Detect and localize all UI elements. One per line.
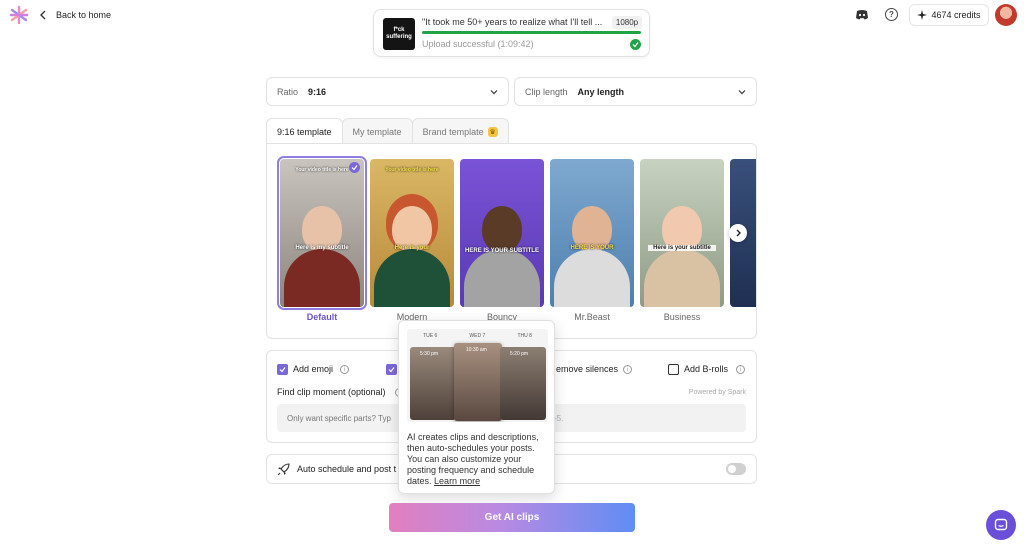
back-label: Back to home	[56, 10, 112, 20]
template-title-text: Your video title is here	[385, 167, 439, 173]
crown-icon: ♛	[487, 126, 498, 137]
discord-icon[interactable]	[855, 8, 869, 22]
template-name: Business	[663, 312, 701, 322]
powered-by-text: Powered by Spark	[688, 389, 746, 396]
find-placeholder-suffix: -5.	[554, 414, 564, 423]
template-card-default[interactable]: Your video title is here Here is my subt…	[277, 156, 367, 310]
template-gallery: Your video title is here Here is my subt…	[266, 143, 757, 339]
upload-progress-bar	[422, 31, 641, 34]
learn-more-link[interactable]: Learn more	[434, 476, 480, 486]
template-name: Default	[306, 312, 338, 322]
template-subtitle-text: Here is your	[394, 244, 430, 251]
calendar-post-card: 10:30 am	[454, 343, 502, 421]
video-title: "It took me 50+ years to realize what I'…	[422, 17, 603, 27]
find-clip-moment-label: Find clip moment (optional)	[277, 387, 386, 397]
ratio-label: Ratio	[277, 86, 299, 97]
chevron-right-icon	[736, 229, 741, 237]
ratio-value: 9:16	[308, 86, 327, 97]
selected-check-icon	[349, 162, 360, 173]
calendar-day: THU 8	[517, 333, 532, 339]
get-ai-clips-button[interactable]: Get AI clips	[389, 503, 635, 532]
tab-my-template[interactable]: My template	[341, 118, 413, 144]
tab-label: My template	[352, 126, 402, 137]
post-time: 5:30 pm	[420, 351, 439, 357]
chat-icon	[994, 518, 1008, 531]
tooltip-description: AI creates clips and descriptions, then …	[407, 432, 552, 487]
info-icon[interactable]: i	[623, 365, 632, 374]
calendar-day: WED 7	[469, 333, 486, 339]
opusclip-logo-icon	[9, 5, 29, 25]
credits-button[interactable]: 4674 credits	[909, 4, 989, 26]
auto-schedule-toggle[interactable]	[726, 463, 746, 475]
user-avatar[interactable]	[995, 4, 1017, 26]
post-time: 10:30 am	[466, 347, 487, 353]
upload-status-text: Upload successful (1:09:42)	[422, 39, 534, 49]
template-card-business[interactable]: Here is your subtitle	[640, 159, 724, 307]
tab-brand-template[interactable]: Brand template ♛	[411, 118, 509, 144]
clip-length-label: Clip length	[525, 86, 568, 97]
add-emoji-label: Add emoji	[293, 364, 334, 374]
option-checkbox[interactable]	[386, 364, 397, 375]
post-time: 5:20 pm	[510, 351, 529, 357]
template-subtitle-text: HERE IS YOUR	[570, 244, 614, 251]
chat-support-button[interactable]	[986, 510, 1016, 540]
next-templates-button[interactable]	[729, 224, 747, 242]
tab-9-16-template[interactable]: 9:16 template	[266, 118, 343, 144]
template-card-modern[interactable]: Your video title is here Here is your	[370, 159, 454, 307]
template-card-mrbeast[interactable]: HERE IS YOUR	[550, 159, 634, 307]
info-icon[interactable]: i	[736, 365, 745, 374]
tab-label: Brand template	[422, 126, 484, 137]
rocket-icon	[277, 463, 290, 476]
auto-schedule-label: Auto schedule and post t	[297, 464, 397, 474]
clip-length-select[interactable]: Clip length Any length	[514, 77, 757, 106]
chevron-down-icon	[490, 89, 498, 94]
auto-schedule-tooltip: TUE 6 WED 7 THU 8 5:30 pm 10:30 am 5:20 …	[398, 320, 555, 494]
calendar-post-card: 5:20 pm	[500, 347, 546, 420]
add-brolls-checkbox[interactable]	[668, 364, 679, 375]
template-subtitle-text: Here is your subtitle	[648, 244, 716, 251]
template-tabs: 9:16 template My template Brand template…	[266, 118, 509, 144]
sparkle-icon	[917, 10, 928, 20]
resolution-badge: 1080p	[612, 16, 642, 29]
clip-length-value: Any length	[577, 86, 625, 97]
tab-label: 9:16 template	[277, 126, 332, 137]
chevron-left-icon	[40, 10, 46, 20]
add-brolls-label: Add B-rolls	[684, 364, 729, 374]
template-subtitle-text: HERE IS YOUR SUBTITLE	[465, 247, 539, 254]
ratio-select[interactable]: Ratio 9:16	[266, 77, 509, 106]
credits-count: 4674 credits	[931, 10, 981, 20]
calendar-post-card: 5:30 pm	[410, 347, 456, 420]
video-thumbnail[interactable]: f*ck suffering	[383, 18, 415, 50]
template-card-bouncy[interactable]: HERE IS YOUR SUBTITLE	[460, 159, 544, 307]
remove-silences-label: emove silences	[556, 364, 619, 374]
info-icon[interactable]: i	[340, 365, 349, 374]
back-to-home-button[interactable]: Back to home	[38, 6, 111, 24]
schedule-preview-image: TUE 6 WED 7 THU 8 5:30 pm 10:30 am 5:20 …	[407, 329, 548, 422]
calendar-day: TUE 6	[423, 333, 438, 339]
template-name: Mr.Beast	[574, 312, 610, 322]
chevron-down-icon	[738, 89, 746, 94]
calendar-days: TUE 6 WED 7 THU 8	[407, 333, 548, 339]
template-subtitle-text: Here is my subtitle	[295, 244, 349, 251]
upload-success-icon	[630, 39, 641, 50]
upload-status-card: f*ck suffering "It took me 50+ years to …	[373, 9, 650, 57]
upload-progress-fill	[422, 31, 641, 34]
help-icon[interactable]: ?	[885, 8, 898, 21]
add-emoji-checkbox[interactable]	[277, 364, 288, 375]
